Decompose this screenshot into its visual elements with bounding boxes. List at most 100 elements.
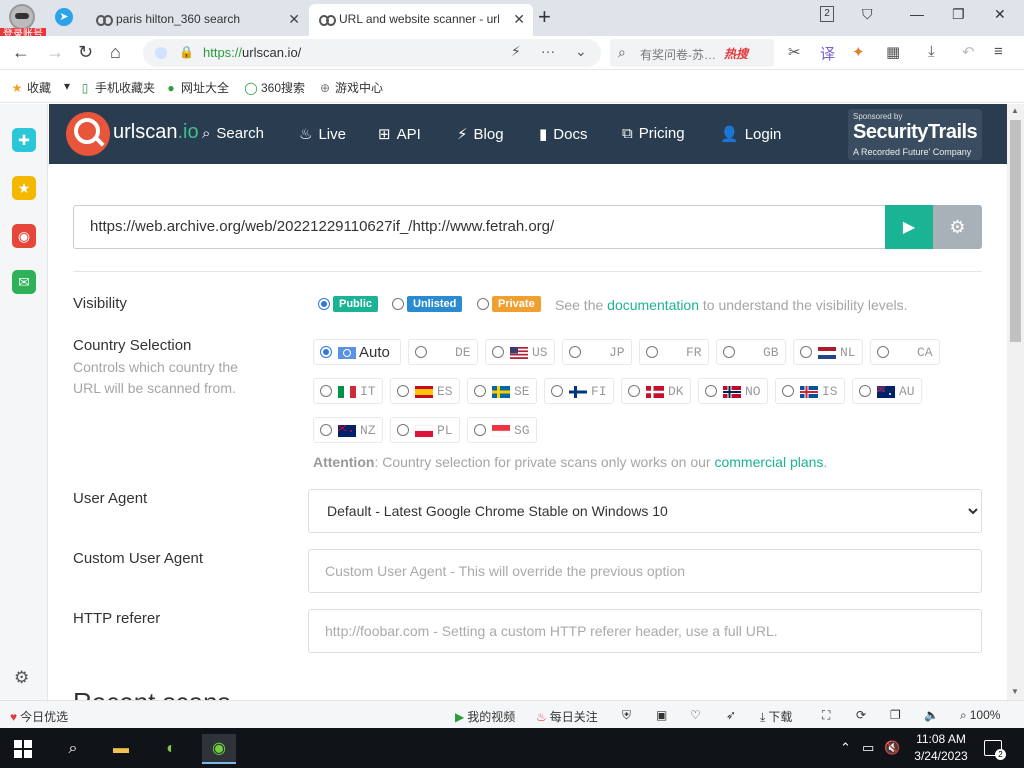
- country-option-fr[interactable]: FR: [639, 339, 709, 365]
- bookmark-favorites[interactable]: ★ 收藏: [10, 79, 51, 96]
- nav-search[interactable]: ⌕ Search: [202, 125, 264, 142]
- country-option-dk[interactable]: DK: [621, 378, 691, 404]
- radio-no[interactable]: [705, 385, 717, 397]
- 360-browser-icon[interactable]: ◐: [154, 734, 188, 764]
- nav-live[interactable]: ♨ Live: [299, 125, 346, 143]
- radio-it[interactable]: [320, 385, 332, 397]
- securitytrails-sponsor[interactable]: Sponsored by SecurityTrails A Recorded F…: [848, 109, 982, 160]
- more-icon[interactable]: ···: [541, 43, 555, 59]
- country-option-gb[interactable]: GB: [716, 339, 786, 365]
- nav-pricing[interactable]: ⧉ Pricing: [622, 125, 685, 142]
- daily-picks[interactable]: ♥ 今日优选: [10, 708, 68, 725]
- custom-user-agent-input[interactable]: [308, 549, 982, 593]
- windows-start-icon[interactable]: [14, 740, 32, 758]
- bookmark-mobile[interactable]: ▯ 手机收藏夹: [78, 79, 155, 96]
- radio-se[interactable]: [474, 385, 486, 397]
- nav-docs[interactable]: ▮ Docs: [539, 125, 587, 143]
- translate-icon[interactable]: 译: [820, 43, 835, 64]
- game-icon[interactable]: ✦: [852, 43, 865, 61]
- 360-browser-active-icon[interactable]: ◉: [202, 734, 236, 764]
- submit-scan-button[interactable]: ▶: [885, 205, 933, 249]
- lightning-icon[interactable]: ⚡: [511, 43, 521, 60]
- user-agent-select[interactable]: Default - Latest Google Chrome Stable on…: [308, 489, 982, 533]
- address-bar[interactable]: 🔒 https://urlscan.io/ ⚡ ··· ⌄: [143, 39, 601, 67]
- country-option-no[interactable]: NO: [698, 378, 768, 404]
- weibo-icon[interactable]: ◉: [12, 224, 36, 248]
- radio-dk[interactable]: [628, 385, 640, 397]
- country-option-es[interactable]: ES: [390, 378, 460, 404]
- rocket-icon[interactable]: ➶: [726, 708, 736, 722]
- bookmark-sites[interactable]: ● 网址大全: [164, 79, 229, 96]
- my-videos[interactable]: ▶ 我的视频: [455, 708, 515, 725]
- scroll-down-icon[interactable]: ▼: [1011, 687, 1019, 696]
- radio-auto[interactable]: [320, 346, 332, 358]
- network-icon[interactable]: ▭: [862, 740, 874, 756]
- commercial-plans-link[interactable]: commercial plans: [714, 454, 823, 470]
- page-scrollbar[interactable]: ▲ ▼: [1007, 104, 1024, 700]
- back-icon[interactable]: ←: [12, 41, 30, 63]
- telegram-icon[interactable]: ➤: [55, 8, 73, 26]
- tab-paris-hilton[interactable]: paris hilton_360 search ✕: [86, 4, 308, 36]
- undo-icon[interactable]: ↶: [962, 43, 975, 61]
- country-option-auto[interactable]: Auto: [313, 339, 401, 365]
- tab-urlscan[interactable]: URL and website scanner - urlscan.io ✕: [309, 4, 533, 36]
- restore-icon[interactable]: ❐: [952, 6, 965, 23]
- http-referer-input[interactable]: [308, 609, 982, 653]
- nav-blog[interactable]: ⚡ Blog: [457, 125, 504, 143]
- radio-unlisted[interactable]: [392, 298, 404, 310]
- nav-api[interactable]: ⊞ API: [378, 125, 421, 143]
- volume-icon[interactable]: 🔈: [924, 708, 939, 722]
- image-icon[interactable]: ▣: [656, 708, 667, 722]
- tray-chevron-up-icon[interactable]: ⌃: [840, 740, 851, 756]
- radio-sg[interactable]: [474, 424, 486, 436]
- daily-follow[interactable]: ♨ 每日关注: [536, 708, 598, 725]
- mail-icon[interactable]: ✉: [12, 270, 36, 294]
- radio-nz[interactable]: [320, 424, 332, 436]
- window-icon[interactable]: ❐: [890, 708, 901, 722]
- radio-au[interactable]: [859, 385, 871, 397]
- refresh-status-icon[interactable]: ⟳: [856, 708, 866, 722]
- country-option-sg[interactable]: SG: [467, 417, 537, 443]
- notification-center-icon[interactable]: 2: [984, 740, 1006, 760]
- shield-status-icon[interactable]: ⛨: [622, 708, 631, 723]
- radio-pl[interactable]: [397, 424, 409, 436]
- scroll-thumb[interactable]: [1010, 120, 1021, 342]
- country-option-it[interactable]: IT: [313, 378, 383, 404]
- plus-tool-icon[interactable]: ✚: [12, 128, 36, 152]
- visibility-unlisted[interactable]: Unlisted: [392, 296, 463, 312]
- radio-jp[interactable]: [569, 346, 581, 358]
- country-option-se[interactable]: SE: [467, 378, 537, 404]
- new-tab-button[interactable]: +: [538, 4, 551, 30]
- zoom-control[interactable]: ⌕ 100%: [960, 708, 1000, 723]
- chevron-down-icon[interactable]: ⌄: [575, 43, 587, 60]
- country-option-fi[interactable]: FI: [544, 378, 614, 404]
- taskbar-search-icon[interactable]: ⌕: [56, 734, 90, 764]
- scan-options-button[interactable]: ⚙: [933, 205, 982, 249]
- system-clock[interactable]: 11:08 AM 3/24/2023: [906, 731, 976, 765]
- radio-es[interactable]: [397, 385, 409, 397]
- radio-is[interactable]: [782, 385, 794, 397]
- bookmark-games[interactable]: ⊕ 游戏中心: [318, 79, 383, 96]
- radio-nl[interactable]: [800, 346, 812, 358]
- radio-public[interactable]: [318, 298, 330, 310]
- country-option-us[interactable]: US: [485, 339, 555, 365]
- settings-gear-icon[interactable]: ⚙: [14, 668, 29, 688]
- bookmark-360search[interactable]: ◯ 360搜索: [244, 79, 305, 96]
- volume-muted-icon[interactable]: 🔇: [884, 740, 900, 756]
- translate-status-icon[interactable]: ⛶: [822, 708, 830, 723]
- tab-count-badge[interactable]: 2: [820, 6, 834, 22]
- downloads[interactable]: ⤓ 下载: [760, 708, 792, 725]
- search-box[interactable]: ⌕ 有奖问卷-苏… 热搜: [610, 39, 774, 67]
- radio-gb[interactable]: [723, 346, 735, 358]
- address-text[interactable]: https://urlscan.io/: [203, 45, 301, 60]
- country-option-pl[interactable]: PL: [390, 417, 460, 443]
- radio-ca[interactable]: [877, 346, 889, 358]
- shirt-icon[interactable]: ⛉: [862, 6, 873, 23]
- tab-close-icon[interactable]: ✕: [513, 4, 525, 34]
- visibility-public[interactable]: Public: [318, 296, 379, 312]
- radio-private[interactable]: [477, 298, 489, 310]
- country-option-nl[interactable]: NL: [793, 339, 863, 365]
- country-option-ca[interactable]: CA: [870, 339, 940, 365]
- health-icon[interactable]: ♡: [690, 708, 701, 722]
- radio-de[interactable]: [415, 346, 427, 358]
